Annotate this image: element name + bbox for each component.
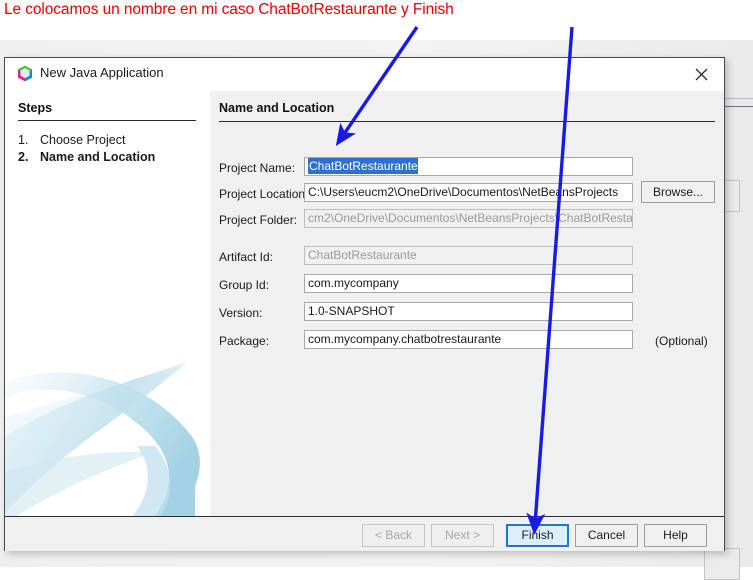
input-project-folder: cm2\OneDrive\Documentos\NetBeansProjects…: [304, 209, 633, 228]
label-package: Package:: [219, 334, 270, 348]
input-project-location[interactable]: C:\Users\eucm2\OneDrive\Documentos\NetBe…: [304, 183, 633, 202]
input-version[interactable]: 1.0-SNAPSHOT: [304, 302, 633, 321]
background-box-2: [704, 548, 740, 580]
step-item-name-and-location[interactable]: 2. Name and Location: [18, 150, 155, 164]
new-java-application-dialog: New Java Application Steps 1. Choose Proj…: [4, 57, 725, 551]
step-item-choose-project[interactable]: 1. Choose Project: [18, 133, 125, 147]
dialog-footer: < Back Next > Finish Cancel Help: [5, 516, 724, 551]
dialog-title-bar: New Java Application: [5, 58, 724, 91]
netbeans-cube-icon: [17, 65, 33, 82]
cancel-button[interactable]: Cancel: [575, 524, 638, 547]
input-project-name-value: ChatBotRestaurante: [308, 158, 418, 174]
steps-heading: Steps: [18, 101, 53, 115]
input-package[interactable]: com.mycompany.chatbotrestaurante: [304, 330, 633, 349]
screenshot-root: Le colocamos un nombre en mi caso ChatBo…: [0, 0, 753, 580]
label-group-id: Group Id:: [219, 278, 270, 292]
step-label: Choose Project: [40, 133, 126, 147]
label-project-folder: Project Folder:: [219, 213, 298, 227]
finish-button[interactable]: Finish: [506, 524, 569, 547]
dialog-title: New Java Application: [40, 65, 164, 80]
input-artifact-id: ChatBotRestaurante: [304, 246, 633, 265]
netbeans-swoosh-artwork: [5, 326, 210, 516]
panel-heading: Name and Location: [219, 101, 335, 115]
annotation-caption: Le colocamos un nombre en mi caso ChatBo…: [4, 1, 454, 18]
browse-button[interactable]: Browse...: [641, 181, 715, 203]
back-button[interactable]: < Back: [362, 524, 425, 547]
label-project-name: Project Name:: [219, 161, 296, 175]
label-project-location: Project Location:: [219, 187, 309, 201]
label-version: Version:: [219, 306, 263, 320]
input-group-id[interactable]: com.mycompany: [304, 274, 633, 293]
package-optional-note: (Optional): [655, 334, 708, 348]
step-number: 1.: [18, 133, 29, 147]
panel-divider: [219, 121, 715, 122]
name-and-location-panel: Name and Location Project Name: ChatBotR…: [210, 91, 724, 516]
steps-divider: [18, 120, 196, 121]
steps-panel: Steps 1. Choose Project 2. Name and Locati…: [5, 91, 210, 516]
next-button[interactable]: Next >: [431, 524, 494, 547]
label-artifact-id: Artifact Id:: [219, 250, 274, 264]
background-top-strip: [0, 28, 753, 40]
step-label: Name and Location: [40, 150, 156, 164]
help-button[interactable]: Help: [644, 524, 707, 547]
step-number: 2.: [18, 150, 29, 164]
dialog-body: Steps 1. Choose Project 2. Name and Locati…: [5, 91, 724, 516]
input-project-name[interactable]: ChatBotRestaurante: [304, 157, 633, 176]
close-icon[interactable]: [678, 58, 724, 90]
